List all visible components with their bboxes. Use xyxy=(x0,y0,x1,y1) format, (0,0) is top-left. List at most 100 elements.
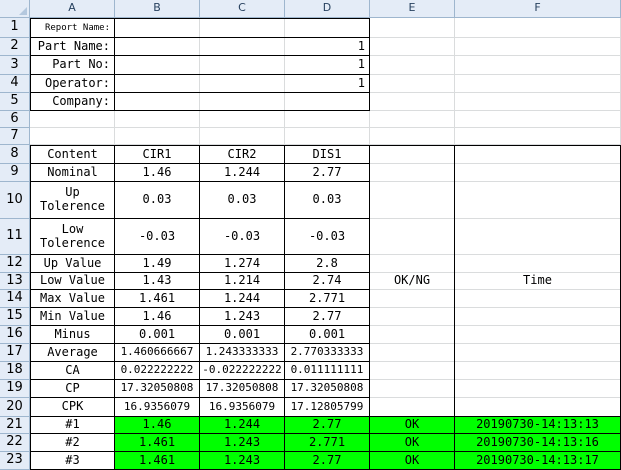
stat-label[interactable]: CPK xyxy=(30,398,115,417)
stat-value[interactable]: 17.32050808 xyxy=(200,380,285,398)
grid-cell[interactable] xyxy=(455,75,621,93)
sample-result[interactable]: OK xyxy=(370,417,455,434)
grid-cell[interactable] xyxy=(370,128,455,145)
stat-value[interactable]: -0.022222222 xyxy=(200,362,285,380)
grid-cell[interactable] xyxy=(200,111,285,128)
row-header-1[interactable]: 1 xyxy=(0,18,30,38)
row-header-12[interactable]: 12 xyxy=(0,255,30,273)
sample-result[interactable]: OK xyxy=(370,452,455,470)
row-header-13[interactable]: 13 xyxy=(0,273,30,290)
row-header-6[interactable]: 6 xyxy=(0,111,30,128)
time-header[interactable]: Time xyxy=(455,145,621,417)
stat-value[interactable]: 1.49 xyxy=(115,255,200,273)
grid-cell[interactable] xyxy=(30,128,115,145)
stat-value[interactable]: 1.244 xyxy=(200,290,285,308)
stat-value[interactable]: 17.32050808 xyxy=(115,380,200,398)
stat-value[interactable]: 0.001 xyxy=(285,326,370,344)
stat-value[interactable]: 0.001 xyxy=(200,326,285,344)
row-header-9[interactable]: 9 xyxy=(0,164,30,182)
grid-cell[interactable] xyxy=(455,38,621,56)
sample-value[interactable]: 1.46 xyxy=(115,417,200,434)
stat-value[interactable]: 1.244 xyxy=(200,164,285,182)
sample-value[interactable]: 1.461 xyxy=(115,434,200,452)
grid-cell[interactable] xyxy=(370,75,455,93)
sample-value[interactable]: 2.77 xyxy=(285,417,370,434)
grid-cell[interactable] xyxy=(455,56,621,75)
row-header-4[interactable]: 4 xyxy=(0,75,30,93)
stat-value[interactable]: 2.77 xyxy=(285,164,370,182)
grid-cell[interactable] xyxy=(285,111,370,128)
grid-cell[interactable] xyxy=(115,111,200,128)
feature-header-cir2[interactable]: CIR2 xyxy=(200,145,285,164)
stat-value[interactable]: -0.03 xyxy=(285,219,370,255)
stat-label[interactable]: Max Value xyxy=(30,290,115,308)
stat-label[interactable]: Up Tolerence xyxy=(30,182,115,219)
grid-cell[interactable] xyxy=(370,38,455,56)
row-header-3[interactable]: 3 xyxy=(0,56,30,75)
sample-label[interactable]: #2 xyxy=(30,434,115,452)
sample-label[interactable]: #1 xyxy=(30,417,115,434)
stat-value[interactable]: 0.03 xyxy=(200,182,285,219)
stat-value[interactable]: 2.74 xyxy=(285,273,370,290)
column-header-E[interactable]: E xyxy=(370,0,455,18)
row-header-19[interactable]: 19 xyxy=(0,380,30,398)
row-header-22[interactable]: 22 xyxy=(0,434,30,452)
stat-value[interactable]: 1.46 xyxy=(115,164,200,182)
label-company-label[interactable]: Company: xyxy=(30,93,115,111)
grid-cell[interactable] xyxy=(285,128,370,145)
feature-header-cir1[interactable]: CIR1 xyxy=(115,145,200,164)
grid-cell[interactable] xyxy=(455,111,621,128)
column-header-B[interactable]: B xyxy=(115,0,200,18)
stat-value[interactable]: 1.214 xyxy=(200,273,285,290)
stat-value[interactable]: 16.9356079 xyxy=(200,398,285,417)
value-report-name[interactable] xyxy=(115,18,370,38)
stat-label[interactable]: CA xyxy=(30,362,115,380)
row-header-17[interactable]: 17 xyxy=(0,344,30,362)
stat-value[interactable]: 0.022222222 xyxy=(115,362,200,380)
row-header-16[interactable]: 16 xyxy=(0,326,30,344)
row-header-23[interactable]: 23 xyxy=(0,452,30,470)
grid-cell[interactable] xyxy=(455,128,621,145)
value-part-name[interactable]: 1 xyxy=(115,38,370,56)
stat-value[interactable]: 16.9356079 xyxy=(115,398,200,417)
stat-value[interactable]: 0.03 xyxy=(115,182,200,219)
stat-value[interactable]: 1.461 xyxy=(115,290,200,308)
label-part-name-label[interactable]: Part Name: xyxy=(30,38,115,56)
row-header-20[interactable]: 20 xyxy=(0,398,30,417)
stat-value[interactable]: 17.12805799 xyxy=(285,398,370,417)
sample-time[interactable]: 20190730-14:13:16 xyxy=(455,434,621,452)
stat-label[interactable]: Minus xyxy=(30,326,115,344)
row-header-8[interactable]: 8 xyxy=(0,145,30,164)
stat-value[interactable]: 2.771 xyxy=(285,290,370,308)
sample-value[interactable]: 1.243 xyxy=(200,434,285,452)
stat-value[interactable]: 1.43 xyxy=(115,273,200,290)
stat-value[interactable]: -0.03 xyxy=(200,219,285,255)
stat-value[interactable]: 2.77 xyxy=(285,308,370,326)
sample-label[interactable]: #3 xyxy=(30,452,115,470)
stat-value[interactable]: 1.46 xyxy=(115,308,200,326)
content-header[interactable]: Content xyxy=(30,145,115,164)
row-header-21[interactable]: 21 xyxy=(0,417,30,434)
stat-value[interactable]: 1.243333333 xyxy=(200,344,285,362)
label-operator-label[interactable]: Operator: xyxy=(30,75,115,93)
stat-label[interactable]: Nominal xyxy=(30,164,115,182)
stat-label[interactable]: Low Tolerence xyxy=(30,219,115,255)
stat-label[interactable]: Low Value xyxy=(30,273,115,290)
grid-cell[interactable] xyxy=(370,111,455,128)
sample-value[interactable]: 2.771 xyxy=(285,434,370,452)
column-header-F[interactable]: F xyxy=(455,0,621,18)
ok-ng-header[interactable]: OK/NG xyxy=(370,145,455,417)
grid-cell[interactable] xyxy=(115,128,200,145)
grid-cell[interactable] xyxy=(370,56,455,75)
column-header-A[interactable]: A xyxy=(30,0,115,18)
value-part-no[interactable]: 1 xyxy=(115,56,370,75)
grid-cell[interactable] xyxy=(455,93,621,111)
stat-value[interactable]: 0.011111111 xyxy=(285,362,370,380)
row-header-2[interactable]: 2 xyxy=(0,38,30,56)
row-header-11[interactable]: 11 xyxy=(0,219,30,255)
label-part-no-label[interactable]: Part No: xyxy=(30,56,115,75)
feature-header-dis1[interactable]: DIS1 xyxy=(285,145,370,164)
grid-cell[interactable] xyxy=(370,93,455,111)
row-header-14[interactable]: 14 xyxy=(0,290,30,308)
stat-value[interactable]: 17.32050808 xyxy=(285,380,370,398)
